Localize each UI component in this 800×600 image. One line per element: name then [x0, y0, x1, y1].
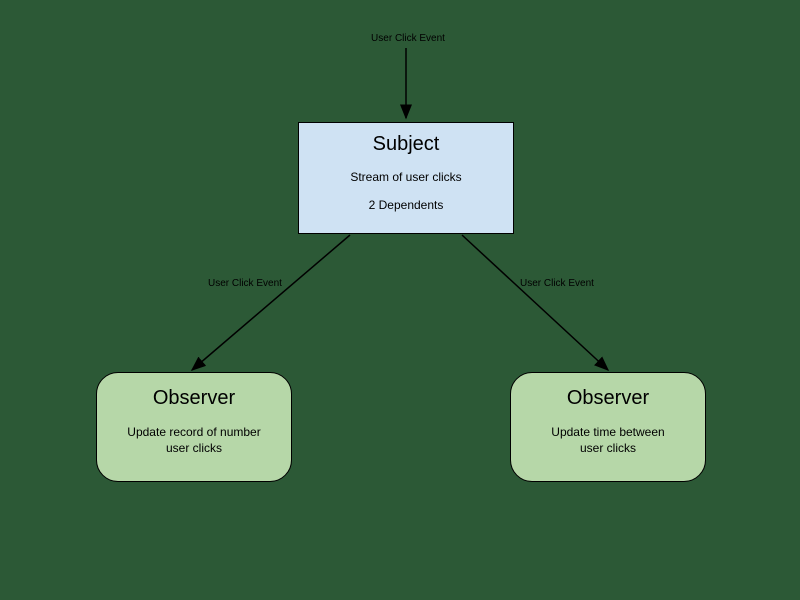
subject-title: Subject — [299, 133, 513, 156]
observer-right-desc-2: user clicks — [580, 441, 636, 455]
observer-left-desc: Update record of number user clicks — [97, 424, 291, 456]
observer-left-desc-2: user clicks — [166, 441, 222, 455]
subject-node: Subject Stream of user clicks 2 Dependen… — [298, 122, 514, 234]
observer-left-desc-1: Update record of number — [127, 425, 260, 439]
observer-left-title: Observer — [97, 387, 291, 410]
observer-left-node: Observer Update record of number user cl… — [96, 372, 292, 482]
observer-right-node: Observer Update time between user clicks — [510, 372, 706, 482]
observer-right-desc: Update time between user clicks — [511, 424, 705, 456]
edge-left-label: User Click Event — [208, 278, 282, 289]
top-event-label: User Click Event — [358, 33, 458, 44]
observer-right-desc-1: Update time between — [551, 425, 664, 439]
diagram-arrows — [0, 0, 800, 600]
edge-right-label: User Click Event — [520, 278, 594, 289]
subject-line-1: Stream of user clicks — [299, 170, 513, 184]
observer-right-title: Observer — [511, 387, 705, 410]
subject-line-2: 2 Dependents — [299, 198, 513, 212]
